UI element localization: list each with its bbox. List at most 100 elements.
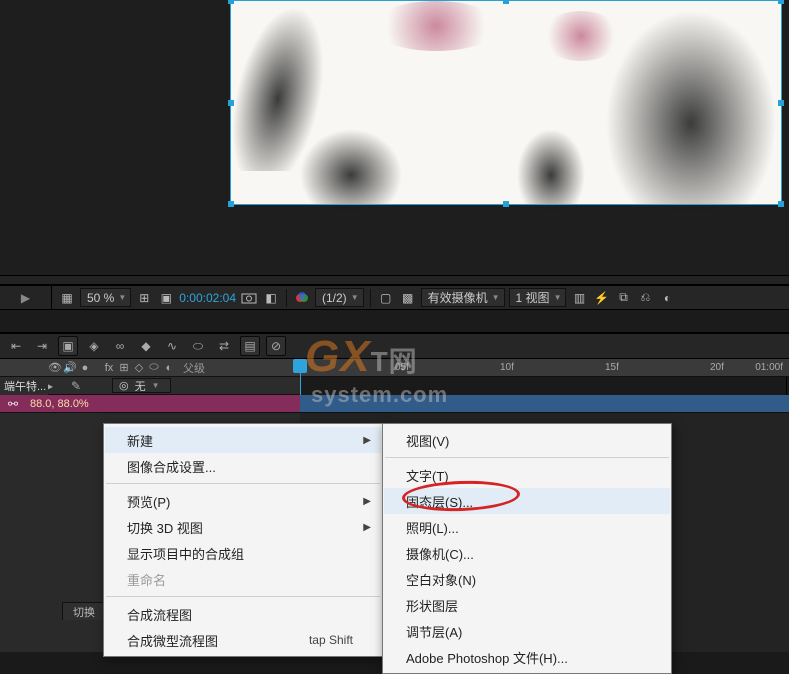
menu-separator [385, 457, 669, 458]
transform-handle[interactable] [778, 100, 784, 106]
channel-button[interactable] [293, 289, 311, 307]
layer-selection-bounds [230, 0, 782, 205]
transform-handle[interactable] [228, 100, 234, 106]
scale-value[interactable]: 88.0, 88.0% [30, 398, 89, 410]
separator [370, 289, 371, 307]
zoom-value: 50 % [87, 291, 114, 305]
separator [286, 289, 287, 307]
menu-item-toggle-3d[interactable]: 切换 3D 视图 ▶ [105, 514, 381, 540]
composition-canvas[interactable] [230, 0, 782, 205]
aspect-icon[interactable]: ▣ [157, 289, 175, 307]
chevron-down-icon: ▼ [492, 293, 500, 302]
transform-handle[interactable] [228, 201, 234, 207]
submenu-item-photoshop[interactable]: Adobe Photoshop 文件(H)... [384, 644, 670, 670]
keyframe-icon[interactable]: ◆ [136, 336, 156, 356]
menu-label: 摄像机(C)... [406, 544, 474, 563]
submenu-arrow-icon: ▶ [363, 496, 371, 507]
menu-label: 空白对象(N) [406, 570, 476, 589]
menu-label: 文字(T) [406, 466, 449, 485]
menu-item-new[interactable]: 新建 ▶ [105, 427, 381, 453]
cube-icon[interactable]: ◈ [84, 336, 104, 356]
menu-label: 新建 [127, 431, 153, 450]
zoom-combo[interactable]: 50 % ▼ [80, 288, 131, 307]
pixel-aspect-icon[interactable]: ▥ [570, 289, 588, 307]
composition-viewer [0, 0, 789, 275]
menu-label: 合成微型流程图 [127, 631, 218, 650]
camera-combo[interactable]: 有效摄像机 ▼ [421, 288, 505, 307]
transform-handle[interactable] [503, 0, 509, 4]
submenu-item-adjustment[interactable]: 调节层(A) [384, 618, 670, 644]
transparency-grid-icon[interactable]: ▩ [399, 289, 417, 307]
adj-col-icon[interactable]: ◐ [162, 360, 176, 376]
fast-preview-icon[interactable]: ⚡ [592, 289, 610, 307]
pen-icon[interactable]: ✎ [66, 376, 86, 396]
panel-separator[interactable] [0, 275, 789, 285]
ruler-tick-label: 15f [605, 362, 619, 373]
motion-blur-icon[interactable]: ⊘ [266, 336, 286, 356]
grid-icon[interactable]: ▦ [58, 289, 76, 307]
time-ruler[interactable]: 05f 10f 15f 20f 01:00f [300, 359, 789, 377]
link-icon[interactable]: ∞ [110, 336, 130, 356]
menu-label: 切换 3D 视图 [127, 518, 203, 537]
pill-icon[interactable]: ⬭ [188, 336, 208, 356]
graph-icon[interactable]: ∿ [162, 336, 182, 356]
mb-col-icon[interactable]: ⬭ [147, 360, 161, 376]
comp-button[interactable]: ▣ [58, 336, 78, 356]
submenu-new: 视图(V) 文字(T) 固态层(S)... 照明(L)... 摄像机(C)...… [382, 423, 672, 674]
menu-item-reveal-in-project[interactable]: 显示项目中的合成组 [105, 540, 381, 566]
draft-3d-icon[interactable]: ▤ [240, 336, 260, 356]
menu-item-mini-flowchart[interactable]: 合成微型流程图 tap Shift [105, 627, 381, 653]
collapse-button[interactable]: ▶ [0, 285, 52, 310]
resolution-icon[interactable]: ⊞ [135, 289, 153, 307]
view-layout-combo[interactable]: 1 视图▼ [509, 288, 567, 307]
submenu-item-viewer[interactable]: 视图(V) [384, 427, 670, 453]
av-col-icon[interactable]: 👁 [48, 360, 62, 376]
audio-col-icon[interactable]: 🔊 [63, 360, 77, 376]
parent-none-combo[interactable]: ◎无▼ [112, 378, 171, 393]
fx-col-icon[interactable]: fx [102, 360, 116, 376]
flowchart-icon[interactable]: ⎌ [636, 289, 654, 307]
chevron-down-icon: ▼ [118, 293, 126, 302]
chevron-down-icon: ▼ [351, 293, 359, 302]
transform-handle[interactable] [778, 201, 784, 207]
solo-col-icon[interactable]: ● [78, 360, 92, 376]
transform-handle[interactable] [228, 0, 234, 4]
transform-handle[interactable] [503, 201, 509, 207]
menu-label: 重命名 [127, 570, 166, 589]
submenu-item-camera[interactable]: 摄像机(C)... [384, 540, 670, 566]
switch-icon[interactable]: ⇄ [214, 336, 234, 356]
link-icon[interactable]: ⚯ [6, 397, 20, 411]
comp-tab[interactable]: 端午特... [0, 377, 48, 395]
bottom-tab[interactable]: 切换 [62, 602, 106, 620]
ruler-tick-label: 05f [395, 362, 409, 373]
submenu-item-solid[interactable]: 固态层(S)... [384, 488, 670, 514]
timeline-icon[interactable]: ⧉ [614, 289, 632, 307]
camera-value: 有效摄像机 [428, 289, 488, 306]
trim-in-icon[interactable]: ⇤ [6, 336, 26, 356]
current-time[interactable]: 0:00:02:04 [179, 291, 236, 305]
region-icon[interactable]: ▢ [377, 289, 395, 307]
layer-row[interactable]: ⚯ 88.0, 88.0% [0, 395, 300, 413]
snapshot-button[interactable] [240, 289, 258, 307]
menu-item-flowchart[interactable]: 合成流程图 [105, 601, 381, 627]
menu-label: 视图(V) [406, 431, 449, 450]
submenu-item-shape[interactable]: 形状图层 [384, 592, 670, 618]
menu-accelerator: tap Shift [269, 633, 353, 647]
3d-col-icon[interactable]: ◇ [132, 360, 146, 376]
exposure-icon[interactable]: ◐ [658, 289, 676, 307]
resolution-combo[interactable]: (1/2) ▼ [315, 288, 364, 307]
submenu-item-null[interactable]: 空白对象(N) [384, 566, 670, 592]
blend-col-icon[interactable]: ⊞ [117, 360, 131, 376]
trim-out-icon[interactable]: ⇥ [32, 336, 52, 356]
submenu-item-text[interactable]: 文字(T) [384, 462, 670, 488]
context-menu: 新建 ▶ 图像合成设置... 预览(P) ▶ 切换 3D 视图 ▶ 显示项目中的… [103, 423, 383, 657]
menu-label: 预览(P) [127, 492, 170, 511]
menu-item-preview[interactable]: 预览(P) ▶ [105, 488, 381, 514]
submenu-item-light[interactable]: 照明(L)... [384, 514, 670, 540]
menu-label: 照明(L)... [406, 518, 459, 537]
menu-item-comp-settings[interactable]: 图像合成设置... [105, 453, 381, 479]
resolution-value: (1/2) [322, 291, 347, 305]
transform-handle[interactable] [778, 0, 784, 4]
show-snapshot-icon[interactable]: ◧ [262, 289, 280, 307]
layer-track[interactable] [300, 395, 789, 413]
